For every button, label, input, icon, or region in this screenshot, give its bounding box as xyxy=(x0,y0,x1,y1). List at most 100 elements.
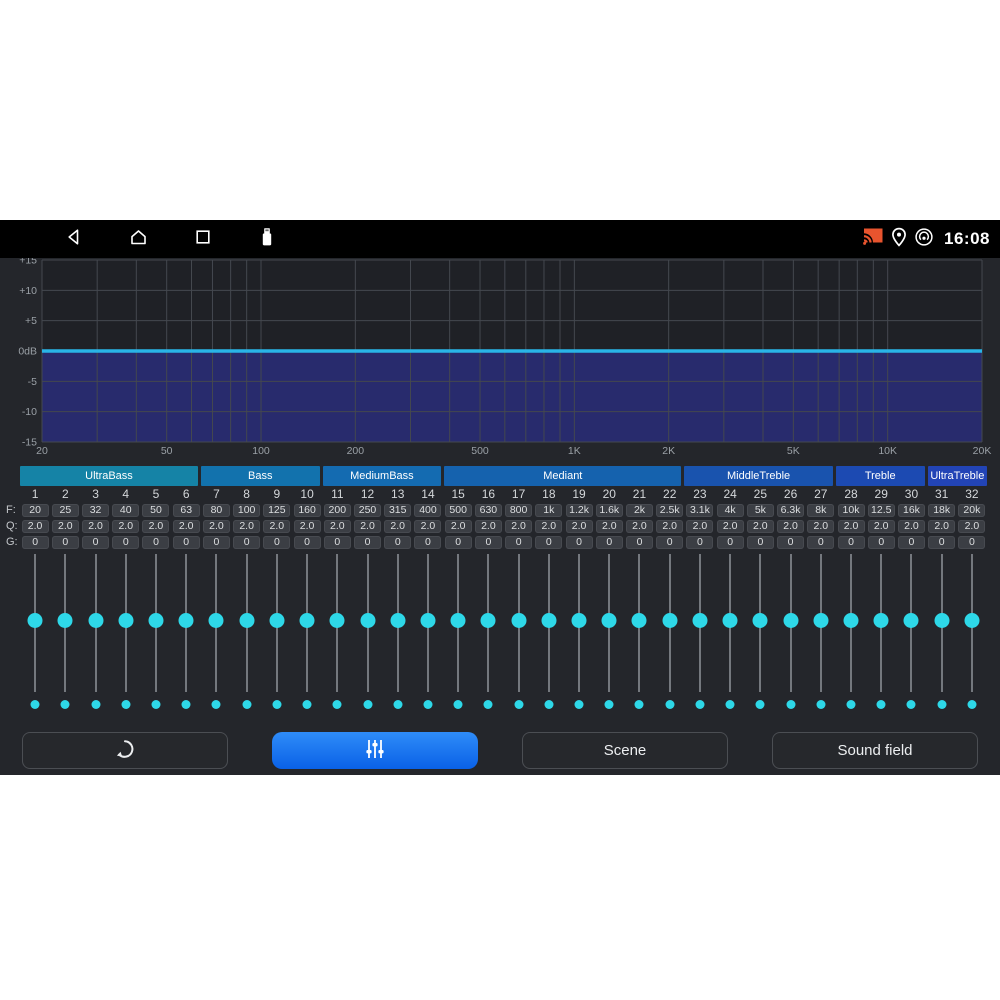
band-header-middletreble[interactable]: MiddleTreble xyxy=(684,466,832,486)
gain-slider[interactable] xyxy=(141,552,171,728)
slider-knob[interactable] xyxy=(390,613,405,628)
channel-frequency-value[interactable]: 25 xyxy=(52,504,79,517)
channel-gain-value[interactable]: 0 xyxy=(807,536,834,549)
channel-gain-value[interactable]: 0 xyxy=(263,536,290,549)
channel-q-value[interactable]: 2.0 xyxy=(807,520,834,533)
slider-knob[interactable] xyxy=(723,613,738,628)
gain-slider[interactable] xyxy=(443,552,473,728)
slider-dot[interactable] xyxy=(393,700,402,709)
slider-knob[interactable] xyxy=(239,613,254,628)
band-header-bass[interactable]: Bass xyxy=(201,466,320,486)
channel-frequency-value[interactable]: 1k xyxy=(535,504,562,517)
channel-q-value[interactable]: 2.0 xyxy=(233,520,260,533)
slider-dot[interactable] xyxy=(695,700,704,709)
channel-gain-value[interactable]: 0 xyxy=(777,536,804,549)
band-header-treble[interactable]: Treble xyxy=(836,466,925,486)
gain-slider[interactable] xyxy=(383,552,413,728)
slider-knob[interactable] xyxy=(874,613,889,628)
channel-q-value[interactable]: 2.0 xyxy=(203,520,230,533)
slider-dot[interactable] xyxy=(786,700,795,709)
channel-q-value[interactable]: 2.0 xyxy=(626,520,653,533)
channel-frequency-value[interactable]: 500 xyxy=(445,504,472,517)
channel-gain-value[interactable]: 0 xyxy=(898,536,925,549)
slider-dot[interactable] xyxy=(151,700,160,709)
slider-dot[interactable] xyxy=(847,700,856,709)
channel-frequency-value[interactable]: 1.6k xyxy=(596,504,623,517)
channel-frequency-value[interactable]: 160 xyxy=(294,504,321,517)
slider-dot[interactable] xyxy=(484,700,493,709)
channel-frequency-value[interactable]: 16k xyxy=(898,504,925,517)
channel-frequency-value[interactable]: 20k xyxy=(958,504,985,517)
gain-slider[interactable] xyxy=(715,552,745,728)
slider-knob[interactable] xyxy=(692,613,707,628)
channel-gain-value[interactable]: 0 xyxy=(414,536,441,549)
channel-gain-value[interactable]: 0 xyxy=(294,536,321,549)
channel-q-value[interactable]: 2.0 xyxy=(263,520,290,533)
slider-knob[interactable] xyxy=(813,613,828,628)
channel-gain-value[interactable]: 0 xyxy=(112,536,139,549)
gain-slider[interactable] xyxy=(685,552,715,728)
slider-dot[interactable] xyxy=(242,700,251,709)
channel-gain-value[interactable]: 0 xyxy=(82,536,109,549)
channel-q-value[interactable]: 2.0 xyxy=(958,520,985,533)
back-icon[interactable] xyxy=(64,227,84,252)
channel-frequency-value[interactable]: 3.1k xyxy=(686,504,713,517)
slider-dot[interactable] xyxy=(665,700,674,709)
slider-dot[interactable] xyxy=(121,700,130,709)
slider-dot[interactable] xyxy=(544,700,553,709)
slider-knob[interactable] xyxy=(209,613,224,628)
channel-gain-value[interactable]: 0 xyxy=(838,536,865,549)
channel-q-value[interactable]: 2.0 xyxy=(505,520,532,533)
gain-slider[interactable] xyxy=(655,552,685,728)
channel-gain-value[interactable]: 0 xyxy=(566,536,593,549)
slider-dot[interactable] xyxy=(937,700,946,709)
channel-q-value[interactable]: 2.0 xyxy=(747,520,774,533)
gain-slider[interactable] xyxy=(352,552,382,728)
slider-knob[interactable] xyxy=(934,613,949,628)
slider-dot[interactable] xyxy=(816,700,825,709)
slider-knob[interactable] xyxy=(572,613,587,628)
channel-gain-value[interactable]: 0 xyxy=(596,536,623,549)
channel-q-value[interactable]: 2.0 xyxy=(838,520,865,533)
channel-frequency-value[interactable]: 100 xyxy=(233,504,260,517)
slider-dot[interactable] xyxy=(61,700,70,709)
channel-frequency-value[interactable]: 4k xyxy=(717,504,744,517)
gain-slider[interactable] xyxy=(564,552,594,728)
slider-knob[interactable] xyxy=(269,613,284,628)
slider-dot[interactable] xyxy=(726,700,735,709)
recents-icon[interactable] xyxy=(193,227,213,252)
channel-gain-value[interactable]: 0 xyxy=(203,536,230,549)
slider-dot[interactable] xyxy=(756,700,765,709)
gain-slider[interactable] xyxy=(232,552,262,728)
slider-knob[interactable] xyxy=(88,613,103,628)
gain-slider[interactable] xyxy=(745,552,775,728)
channel-q-value[interactable]: 2.0 xyxy=(596,520,623,533)
sound-field-button[interactable]: Sound field xyxy=(772,732,978,769)
channel-q-value[interactable]: 2.0 xyxy=(82,520,109,533)
channel-frequency-value[interactable]: 63 xyxy=(173,504,200,517)
channel-gain-value[interactable]: 0 xyxy=(22,536,49,549)
gain-slider[interactable] xyxy=(262,552,292,728)
channel-frequency-value[interactable]: 50 xyxy=(142,504,169,517)
slider-dot[interactable] xyxy=(635,700,644,709)
channel-frequency-value[interactable]: 12.5 xyxy=(868,504,895,517)
channel-q-value[interactable]: 2.0 xyxy=(384,520,411,533)
channel-gain-value[interactable]: 0 xyxy=(324,536,351,549)
channel-frequency-value[interactable]: 6.3k xyxy=(777,504,804,517)
slider-knob[interactable] xyxy=(360,613,375,628)
channel-gain-value[interactable]: 0 xyxy=(52,536,79,549)
channel-q-value[interactable]: 2.0 xyxy=(445,520,472,533)
channel-frequency-value[interactable]: 80 xyxy=(203,504,230,517)
slider-dot[interactable] xyxy=(31,700,40,709)
scene-button[interactable]: Scene xyxy=(522,732,728,769)
channel-gain-value[interactable]: 0 xyxy=(747,536,774,549)
slider-dot[interactable] xyxy=(514,700,523,709)
channel-gain-value[interactable]: 0 xyxy=(142,536,169,549)
channel-gain-value[interactable]: 0 xyxy=(868,536,895,549)
channel-gain-value[interactable]: 0 xyxy=(233,536,260,549)
slider-knob[interactable] xyxy=(602,613,617,628)
slider-knob[interactable] xyxy=(904,613,919,628)
gain-slider[interactable] xyxy=(775,552,805,728)
gain-slider[interactable] xyxy=(624,552,654,728)
slider-dot[interactable] xyxy=(877,700,886,709)
